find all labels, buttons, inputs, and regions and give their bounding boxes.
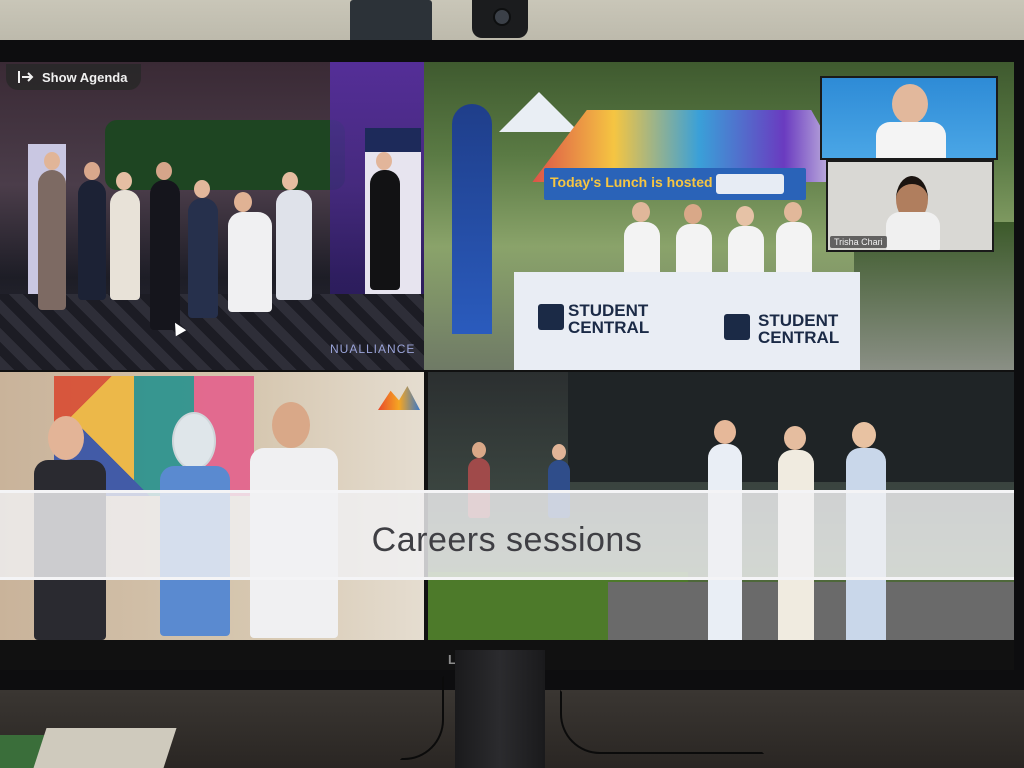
- tent-sign-logo-box: [716, 174, 784, 194]
- hedge-wall: [105, 120, 345, 190]
- student-central-logo-icon: [538, 304, 564, 330]
- monitor-stand: [455, 650, 545, 768]
- caption-bar: Careers sessions: [0, 490, 1014, 580]
- participant-video-1[interactable]: [820, 76, 998, 160]
- monitor: NUALLIANCE Today's Lunch is hosted by ST…: [0, 40, 1024, 690]
- meeting-screen: NUALLIANCE Today's Lunch is hosted by ST…: [0, 62, 1014, 670]
- participant-video-2[interactable]: Trisha Chari: [826, 160, 994, 252]
- cable: [560, 690, 764, 754]
- feather-flag: [452, 104, 492, 334]
- mountain-logo-icon: [378, 386, 420, 410]
- show-agenda-button[interactable]: Show Agenda: [6, 64, 142, 90]
- caption-text: Careers sessions: [371, 521, 643, 559]
- show-agenda-label: Show Agenda: [42, 69, 128, 85]
- gala-banner-text: NUALLIANCE: [330, 342, 416, 356]
- webcam: [472, 0, 528, 38]
- webcam-lens-icon: [493, 8, 511, 26]
- slide-photo-gala: NUALLIANCE: [0, 62, 424, 370]
- stall-table-banner: STUDENT CENTRAL STUDENT CENTRAL: [514, 272, 860, 370]
- agenda-arrow-icon: [18, 70, 34, 84]
- wall-sticker: [350, 0, 432, 44]
- tent-sign-text: Today's Lunch is hosted by: [550, 174, 733, 190]
- background-tent: [499, 92, 579, 132]
- desk-paper: [33, 728, 177, 768]
- participant-name: Trisha Chari: [830, 236, 887, 248]
- stall-brand-left: STUDENT CENTRAL: [568, 301, 650, 337]
- stall-brand-right: STUDENT CENTRAL: [758, 311, 840, 347]
- student-central-logo-icon: [724, 314, 750, 340]
